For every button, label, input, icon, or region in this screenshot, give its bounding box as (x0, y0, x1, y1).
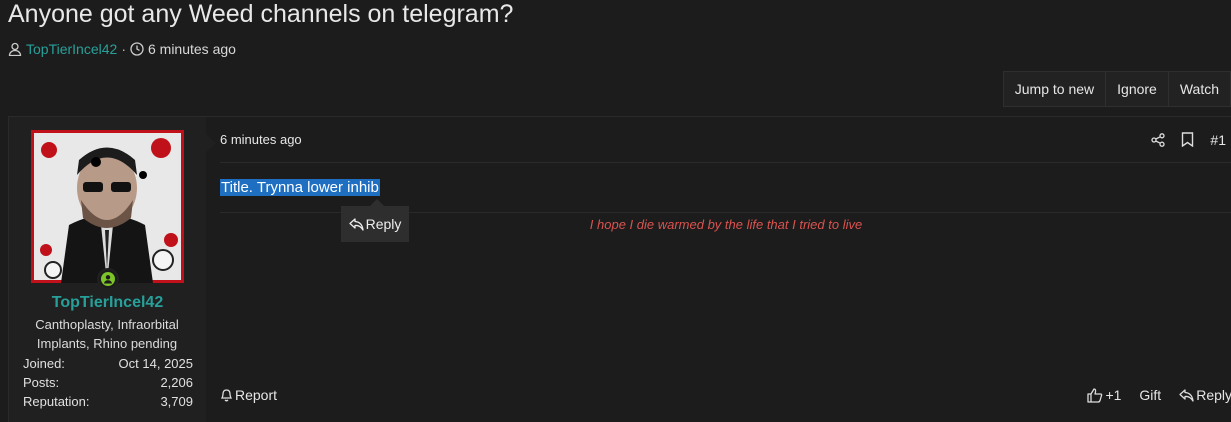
stat-label: Posts: (23, 375, 60, 390)
post-message: Title. Trynna lower inhib (220, 179, 380, 196)
post-tools: #1 (1135, 132, 1226, 148)
user-panel: TopTierIncel42 Canthoplasty, Infraorbita… (9, 117, 206, 422)
thread-author-link[interactable]: TopTierIncel42 (26, 41, 117, 57)
user-panel-arrow (206, 134, 216, 152)
online-status-icon (97, 268, 119, 290)
reply-icon (1179, 388, 1194, 402)
reply-icon (348, 217, 364, 231)
like-count: +1 (1105, 387, 1122, 403)
report-button[interactable]: Report (220, 387, 277, 403)
username-link[interactable]: TopTierIncel42 (9, 294, 206, 312)
post-header: 6 minutes ago #1 (220, 117, 1231, 163)
avatar[interactable] (31, 130, 184, 283)
clock-icon (130, 42, 144, 56)
post-footer: Report +1 Gift Reply (220, 383, 1231, 407)
meta-separator: · (121, 41, 126, 57)
stat-joined: Joined: Oct 14, 2025 (23, 354, 193, 373)
stat-label: Joined: (23, 356, 65, 371)
bookmark-icon[interactable] (1181, 132, 1194, 147)
thumbs-up-icon (1087, 387, 1103, 403)
reply-label: Reply (1196, 387, 1231, 403)
user-icon (8, 42, 22, 56)
stat-value: 3,709 (160, 394, 193, 409)
user-stats: Joined: Oct 14, 2025 Posts: 2,206 Reputa… (23, 354, 193, 411)
thread-action-bar: Jump to new Ignore Watch (1002, 71, 1231, 107)
gift-button[interactable]: Gift (1139, 387, 1161, 403)
quick-reply-button[interactable]: Reply (341, 199, 409, 242)
post-date[interactable]: 6 minutes ago (220, 132, 302, 147)
post-number-link[interactable]: #1 (1210, 132, 1226, 148)
like-button[interactable]: +1 (1087, 387, 1121, 403)
selected-text: Title. Trynna lower inhib (220, 179, 380, 196)
post: TopTierIncel42 Canthoplasty, Infraorbita… (8, 116, 1231, 422)
reply-button[interactable]: Reply (1179, 387, 1231, 403)
thread-meta: TopTierIncel42 · 6 minutes ago (8, 40, 236, 58)
stat-posts: Posts: 2,206 (23, 373, 193, 392)
bell-icon (220, 388, 233, 402)
quick-reply-label: Reply (365, 216, 402, 232)
watch-button[interactable]: Watch (1169, 72, 1231, 106)
stat-value: Oct 14, 2025 (118, 356, 193, 371)
report-label: Report (235, 387, 278, 403)
ignore-button[interactable]: Ignore (1106, 72, 1169, 106)
stat-label: Reputation: (23, 394, 90, 409)
thread-time[interactable]: 6 minutes ago (148, 41, 236, 57)
stat-reputation: Reputation: 3,709 (23, 392, 193, 411)
stat-value: 2,206 (160, 375, 193, 390)
share-icon[interactable] (1151, 132, 1166, 147)
jump-to-new-button[interactable]: Jump to new (1004, 72, 1107, 106)
user-title: Canthoplasty, Infraorbital Implants, Rhi… (35, 317, 179, 351)
thread-title: Anyone got any Weed channels on telegram… (8, 0, 514, 28)
